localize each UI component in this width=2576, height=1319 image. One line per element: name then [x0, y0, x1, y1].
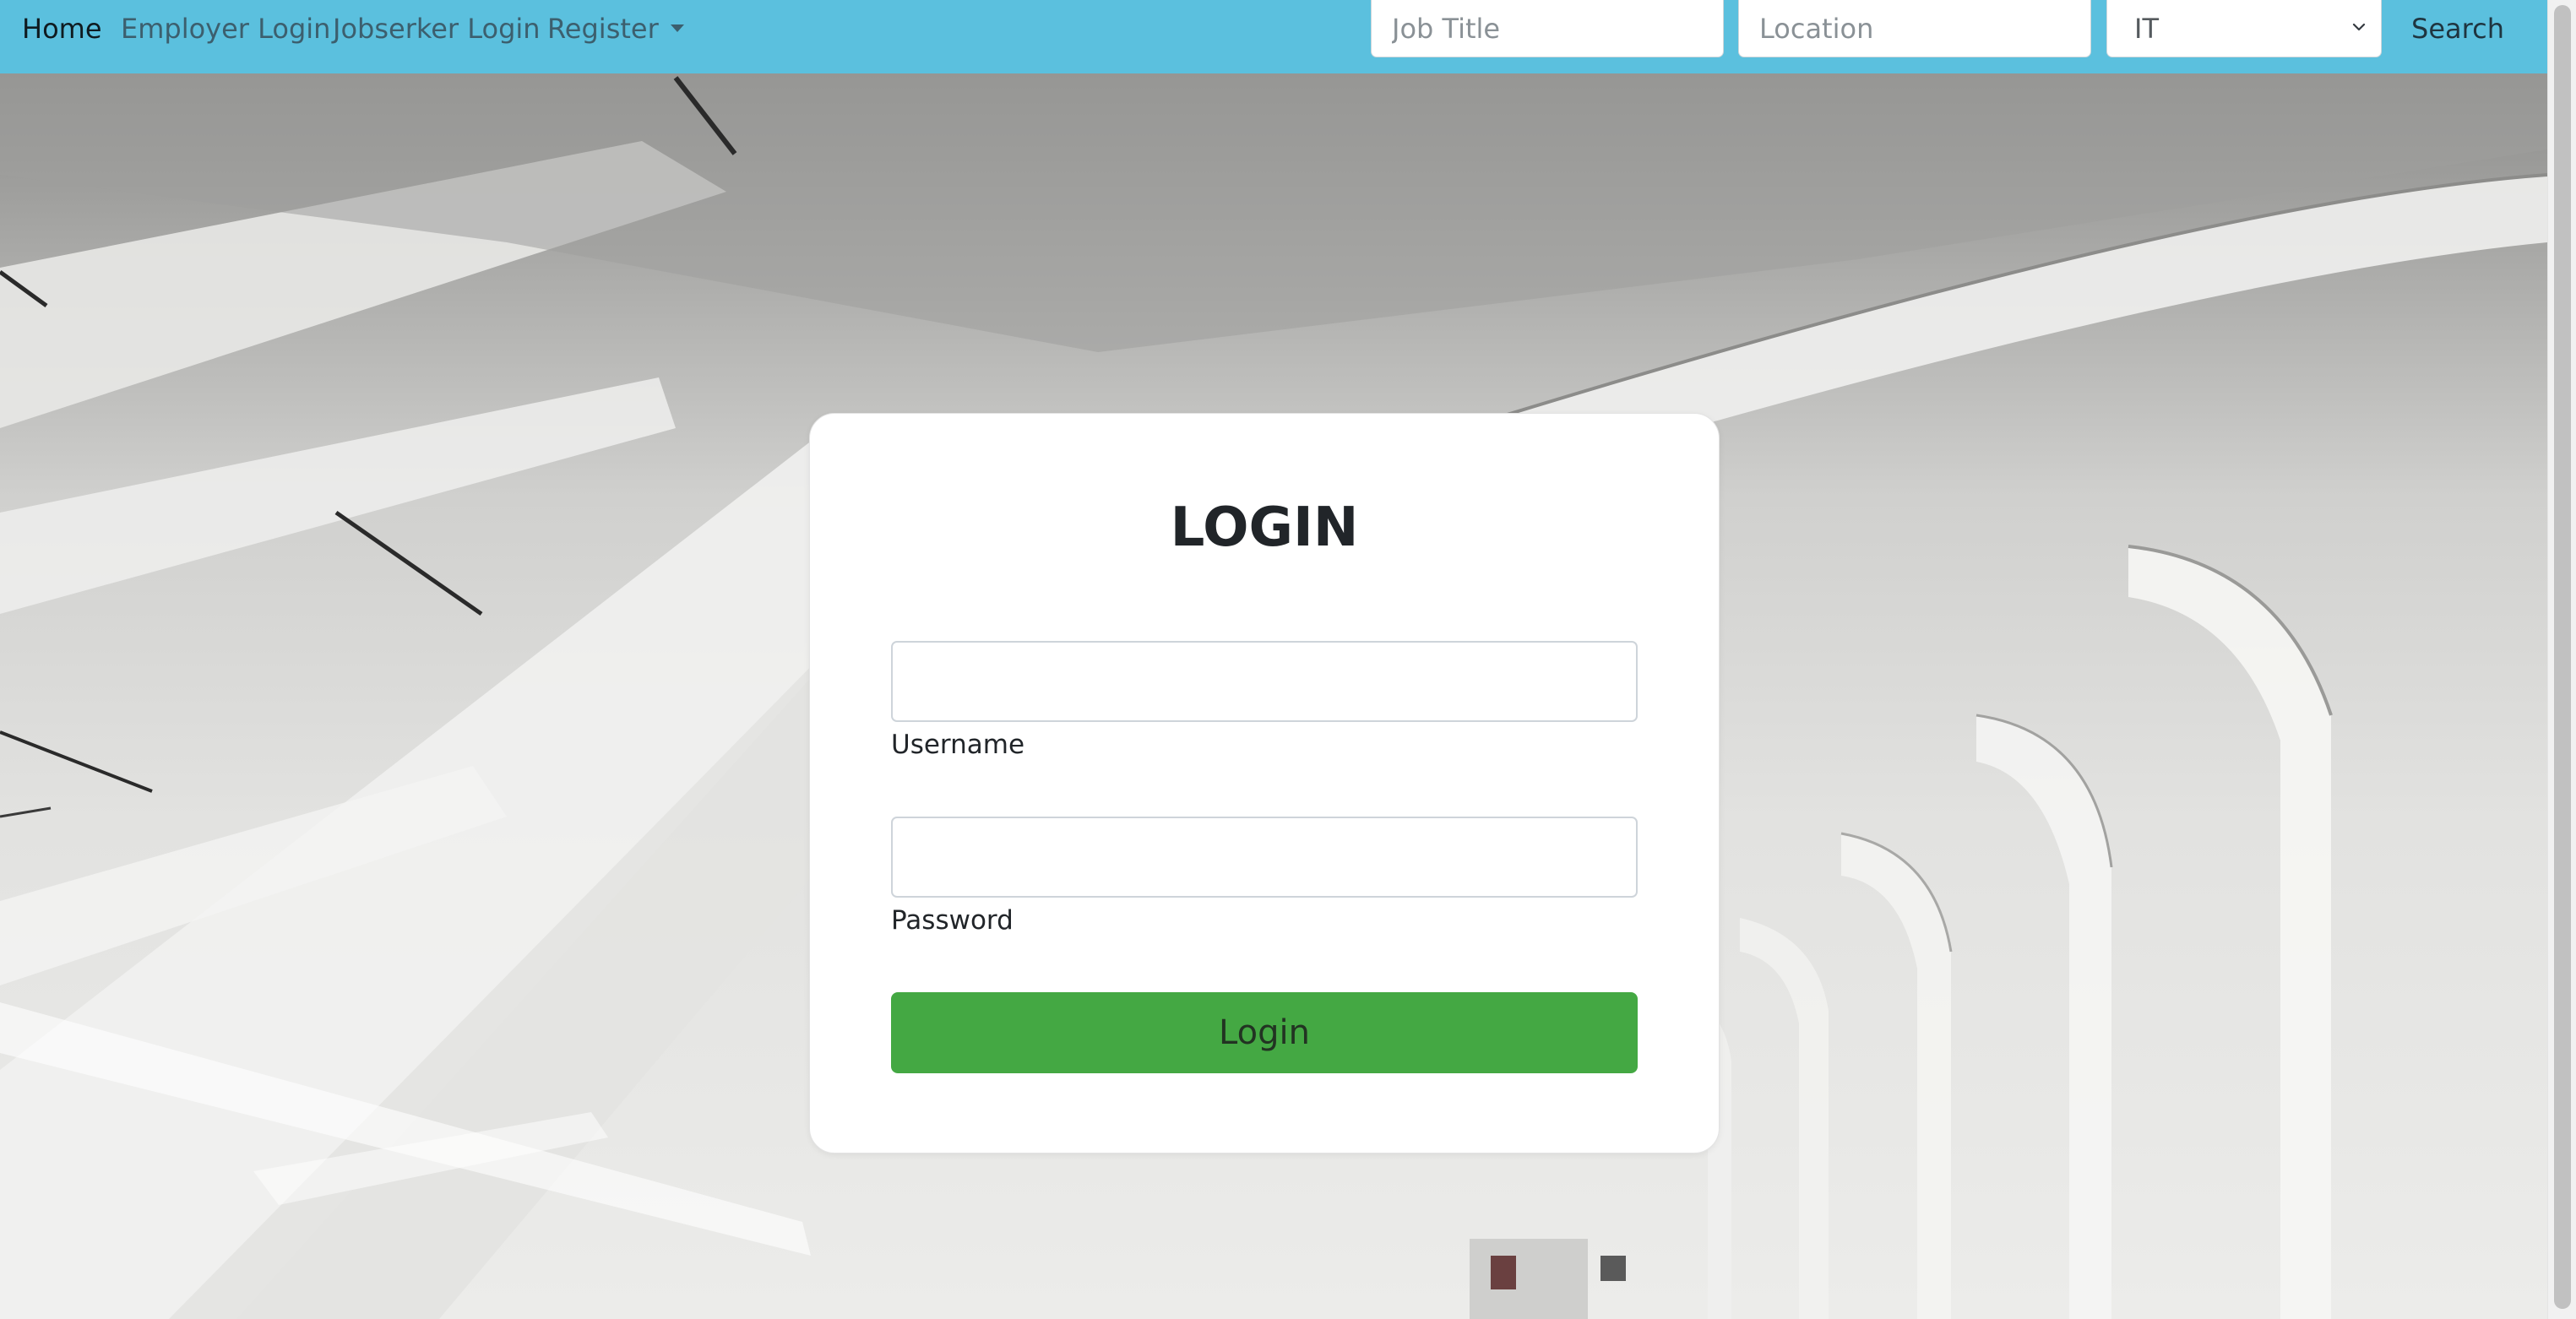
caret-down-icon — [670, 24, 684, 32]
top-navbar: Home Employer Login Jobserker Login Regi… — [0, 0, 2547, 73]
nav-jobseeker-login-link[interactable]: Jobserker Login — [333, 0, 541, 57]
password-input[interactable] — [891, 817, 1638, 898]
category-select[interactable]: IT — [2106, 0, 2382, 57]
nav-home-link[interactable]: Home — [22, 0, 102, 57]
page: Home Employer Login Jobserker Login Regi… — [0, 0, 2576, 1319]
nav-register-dropdown[interactable]: Register — [547, 0, 684, 57]
job-title-input[interactable] — [1371, 0, 1724, 57]
username-label: Username — [891, 730, 1025, 760]
scrollbar-thumb[interactable] — [2554, 5, 2571, 1309]
category-select-value: IT — [2134, 13, 2159, 45]
login-card: LOGIN Username Password Login — [809, 413, 1720, 1153]
login-button[interactable]: Login — [891, 992, 1638, 1073]
nav-employer-login-link[interactable]: Employer Login — [121, 0, 330, 57]
nav-register-label: Register — [547, 13, 659, 45]
location-input[interactable] — [1738, 0, 2091, 57]
username-input[interactable] — [891, 641, 1638, 722]
page-scrollbar[interactable] — [2547, 0, 2576, 1319]
login-title: LOGIN — [1170, 497, 1359, 559]
chevron-down-icon — [2352, 23, 2366, 31]
password-label: Password — [891, 905, 1014, 936]
search-button[interactable]: Search — [2399, 0, 2517, 57]
